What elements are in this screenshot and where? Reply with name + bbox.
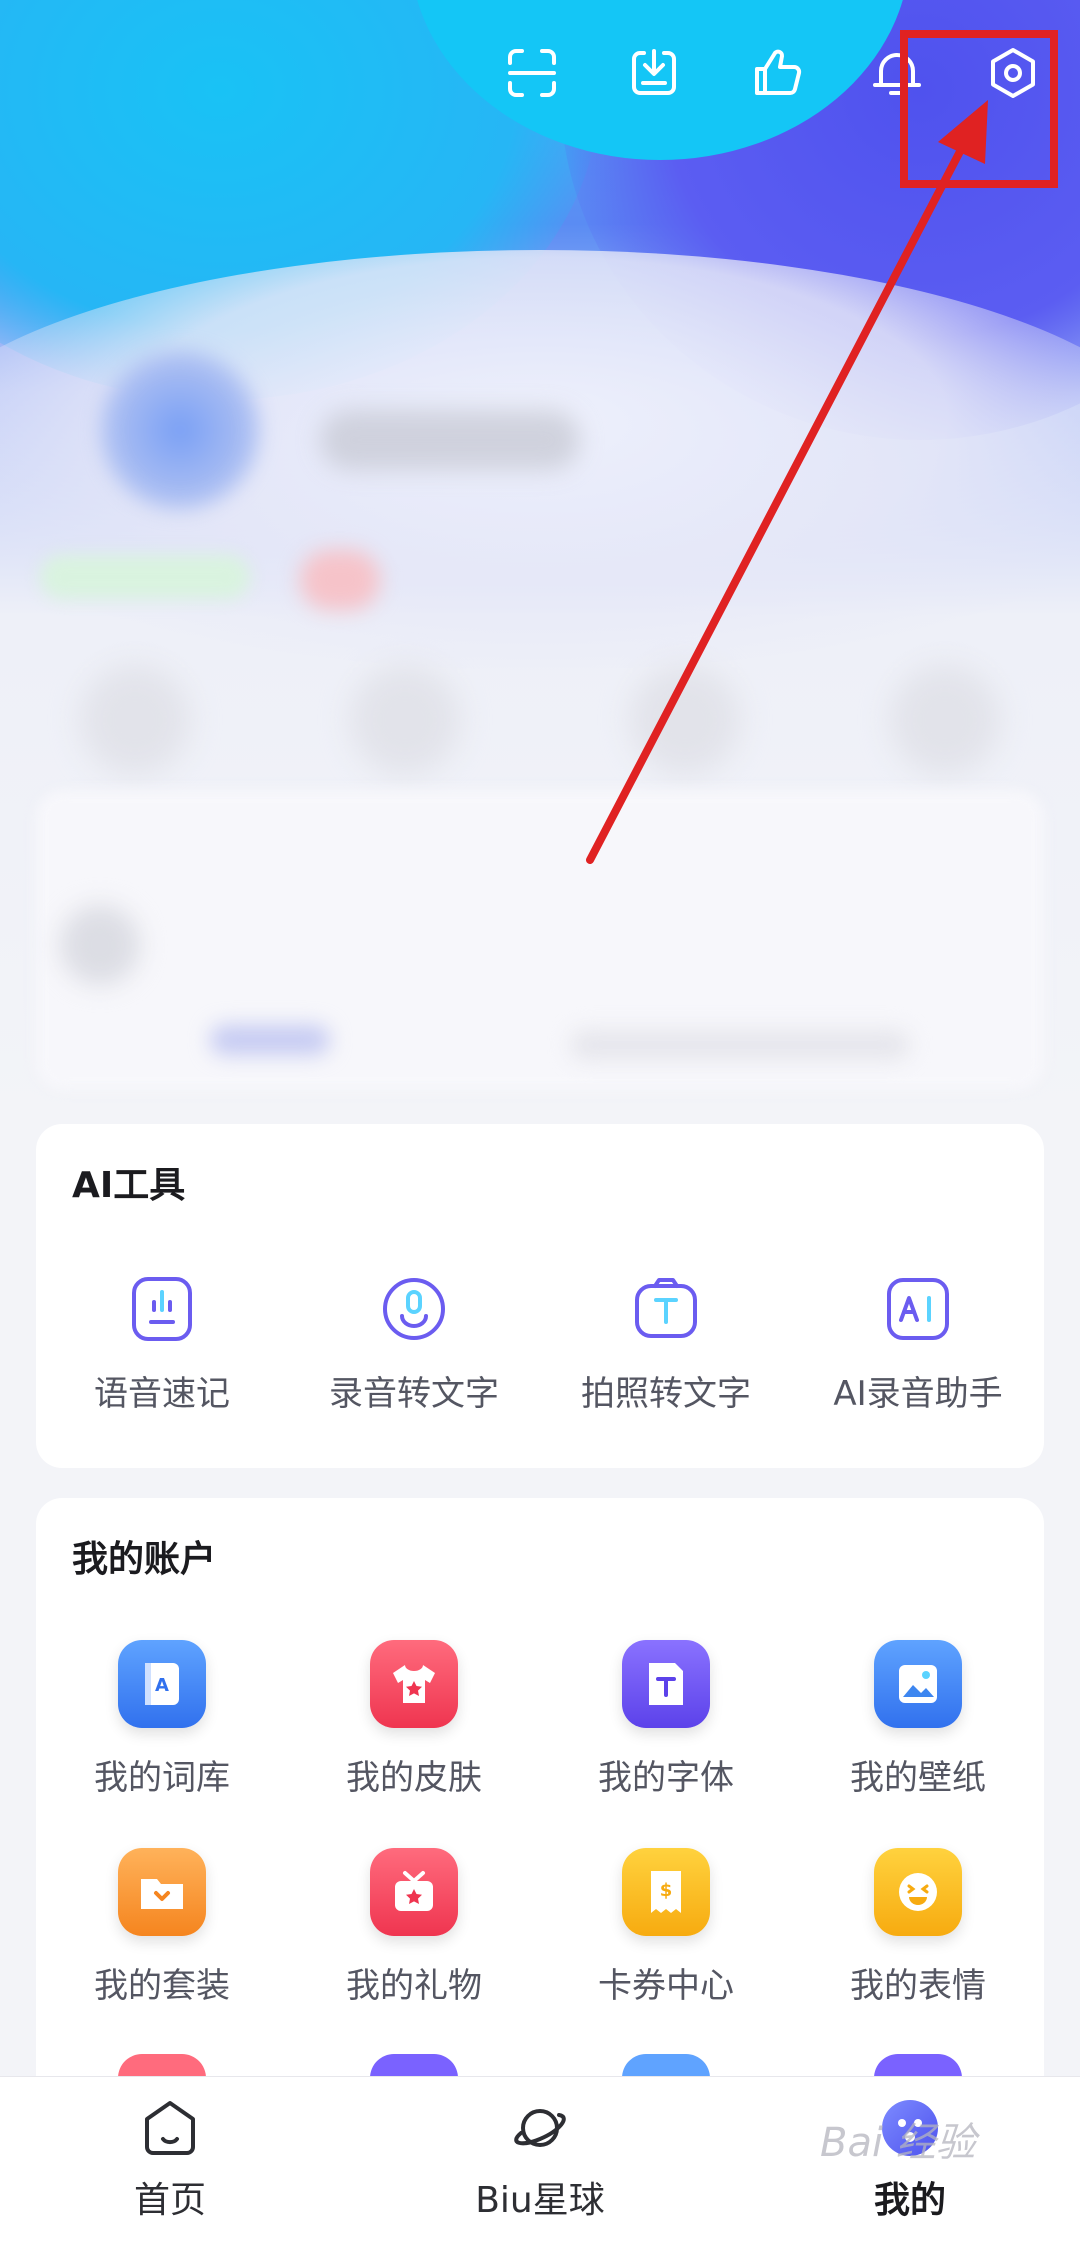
gift-box-icon [370, 1848, 458, 1936]
annotation-highlight-box [900, 30, 1058, 188]
account-item-label: 我的字体 [598, 1758, 734, 1798]
font-file-icon [622, 1640, 710, 1728]
ai-tool-label: 拍照转文字 [581, 1374, 751, 1414]
like-button[interactable] [737, 38, 817, 108]
stat-blurred [350, 665, 460, 775]
my-account-title: 我的账户 [72, 1539, 217, 1580]
download-icon [632, 49, 676, 95]
stat-blurred [80, 665, 190, 775]
watermark-text: Bai 经验 [820, 2120, 976, 2166]
account-item[interactable]: 我的皮肤 [288, 1640, 540, 1799]
ai-tool-item[interactable]: 语音速记 [36, 1274, 288, 1415]
lexicon-book-icon: A [118, 1640, 206, 1728]
recording-to-text-icon [383, 1278, 445, 1340]
download-button[interactable] [614, 38, 694, 108]
nav-planet[interactable]: Biu星球 [430, 2095, 650, 2223]
account-item[interactable]: 我的套装 [36, 1848, 288, 2007]
scan-button[interactable] [492, 38, 572, 108]
tshirt-skin-icon [370, 1640, 458, 1728]
my-account-card: 我的账户 A 我的词库 我的皮肤 我的字体 我的壁纸 我的套装 我的礼物 $ 卡… [36, 1498, 1044, 2118]
account-item[interactable]: 我的字体 [540, 1640, 792, 1799]
avatar[interactable] [95, 345, 265, 515]
emoji-face-icon [874, 1848, 962, 1936]
suit-folder-icon [118, 1848, 206, 1936]
ai-tool-item[interactable]: 拍照转文字 [540, 1274, 792, 1415]
account-item-label: 我的词库 [94, 1758, 230, 1798]
vip-badge-blurred [40, 555, 250, 599]
nav-home-label: 首页 [133, 2180, 206, 2221]
svg-text:A: A [155, 1675, 169, 1696]
ai-tool-label: 语音速记 [94, 1374, 230, 1414]
ai-tools-card: AI工具 语音速记 录音转文字 拍照转文字 AI录音助手 [36, 1124, 1044, 1468]
blurred-line [570, 1030, 910, 1060]
blurred-line [210, 1025, 330, 1055]
stat-blurred [630, 665, 740, 775]
svg-text:$: $ [660, 1880, 673, 1901]
account-item[interactable]: $ 卡券中心 [540, 1848, 792, 2007]
account-item-label: 我的表情 [850, 1966, 986, 2006]
scan-icon [508, 49, 556, 97]
wallpaper-image-icon [874, 1640, 962, 1728]
member-card-icon-blurred [60, 905, 140, 985]
ai-tools-title: AI工具 [72, 1165, 186, 1206]
account-item[interactable]: 我的壁纸 [792, 1640, 1044, 1799]
nav-profile-label: 我的 [873, 2180, 946, 2221]
stat-blurred [890, 665, 1000, 775]
mic-note-icon [132, 1277, 192, 1341]
account-item[interactable]: 我的表情 [792, 1848, 1044, 2007]
account-item[interactable]: 我的礼物 [288, 1848, 540, 2007]
ai-tool-item[interactable]: AI录音助手 [792, 1274, 1044, 1415]
account-item-label: 我的壁纸 [850, 1758, 986, 1798]
home-icon [145, 2101, 195, 2155]
username-blurred [320, 410, 580, 470]
ai-tool-label: AI录音助手 [833, 1374, 1003, 1414]
ai-recording-assistant-icon [887, 1278, 949, 1340]
thumbs-up-icon [755, 49, 802, 95]
account-item-label: 我的礼物 [346, 1966, 482, 2006]
account-item-label: 我的皮肤 [346, 1758, 482, 1798]
photo-to-text-icon [635, 1278, 697, 1338]
ai-tool-label: 录音转文字 [329, 1374, 499, 1414]
account-item[interactable]: A 我的词库 [36, 1640, 288, 1799]
nav-planet-label: Biu星球 [475, 2180, 605, 2221]
account-item-label: 我的套装 [94, 1966, 230, 2006]
ai-tool-item[interactable]: 录音转文字 [288, 1274, 540, 1415]
coupon-ticket-icon: $ [622, 1848, 710, 1936]
planet-icon [514, 2109, 566, 2147]
account-item-label: 卡券中心 [598, 1966, 734, 2006]
nav-home[interactable]: 首页 [60, 2095, 280, 2223]
level-badge-blurred [300, 550, 380, 610]
